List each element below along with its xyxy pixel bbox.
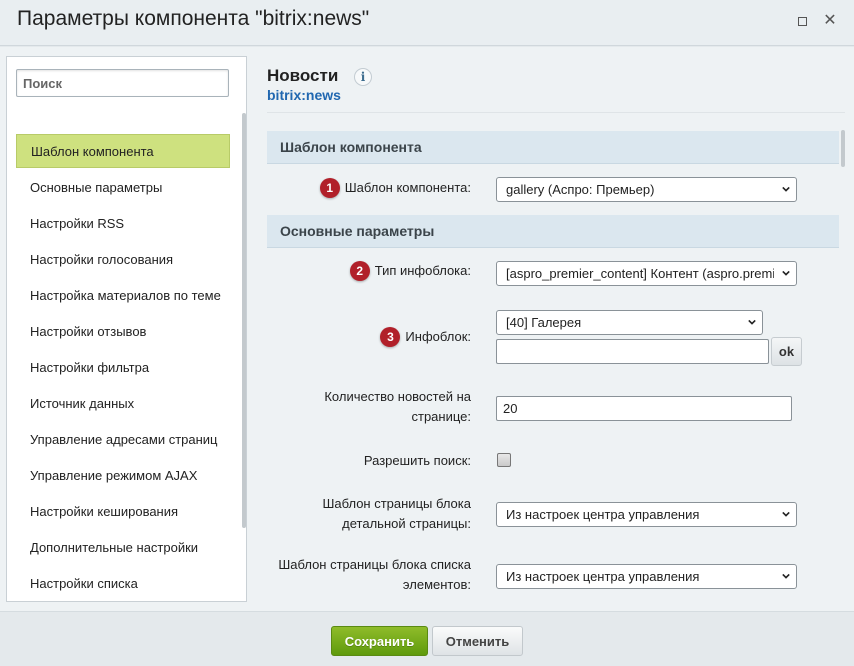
chevron-down-icon — [782, 511, 790, 517]
allow-search-checkbox[interactable] — [497, 453, 511, 467]
sidebar-item-rss[interactable]: Настройки RSS — [16, 206, 230, 240]
sidebar-item-datasource[interactable]: Источник данных — [16, 386, 230, 420]
template-label: Шаблон компонента: — [344, 180, 471, 195]
title-divider — [267, 112, 845, 113]
dialog-footer: Сохранить Отменить — [0, 611, 854, 666]
template-select-value: gallery (Аспро: Премьер) — [506, 182, 655, 197]
cancel-button[interactable]: Отменить — [432, 626, 523, 656]
component-code: bitrix:news — [267, 87, 341, 103]
sidebar-item-cache[interactable]: Настройки кеширования — [16, 494, 230, 528]
news-count-label-line2: странице: — [411, 409, 472, 424]
iblock-select-value: [40] Галерея — [506, 315, 582, 330]
detail-template-label-line1: Шаблон страницы блока — [322, 496, 471, 511]
sidebar-item-filter[interactable]: Настройки фильтра — [16, 350, 230, 384]
title-bar: Параметры компонента "bitrix:news" ✕ — [0, 0, 854, 46]
news-count-input[interactable] — [496, 396, 792, 421]
close-icon[interactable]: ✕ — [822, 13, 838, 29]
step-badge-2: 2 — [349, 261, 370, 281]
iblock-select[interactable]: [40] Галерея — [496, 310, 763, 335]
iblock-label: Инфоблок: — [405, 329, 471, 344]
allow-search-label: Разрешить поиск: — [363, 453, 471, 468]
sidebar-item-voting[interactable]: Настройки голосования — [16, 242, 230, 276]
detail-template-select-value: Из настроек центра управления — [506, 507, 700, 522]
sidebar-item-basic[interactable]: Основные параметры — [16, 170, 230, 204]
sidebar-item-template[interactable]: Шаблон компонента — [16, 134, 230, 168]
iblock-type-label-row: 2 Тип инфоблока: — [349, 261, 471, 281]
sidebar-nav: Шаблон компонента Основные параметры Нас… — [16, 134, 230, 601]
detail-template-select[interactable]: Из настроек центра управления — [496, 502, 797, 527]
search-input[interactable] — [16, 69, 229, 97]
main-panel: Новости i bitrix:news Шаблон компонента … — [253, 47, 854, 611]
info-icon[interactable]: i — [354, 68, 372, 86]
dialog-title: Параметры компонента "bitrix:news" — [17, 7, 370, 30]
template-label-row: 1 Шаблон компонента: — [319, 178, 471, 198]
sidebar-item-urls[interactable]: Управление адресами страниц — [16, 422, 230, 456]
step-badge-1: 1 — [319, 178, 340, 198]
sidebar: Шаблон компонента Основные параметры Нас… — [6, 56, 247, 602]
list-template-select-value: Из настроек центра управления — [506, 569, 700, 584]
sidebar-item-list[interactable]: Настройки списка — [16, 566, 230, 600]
iblock-label-row: 3 Инфоблок: — [380, 327, 471, 347]
chevron-down-icon — [748, 319, 756, 325]
step-badge-3: 3 — [380, 327, 401, 347]
list-template-label: Шаблон страницы блока списка элементов: — [278, 555, 471, 595]
iblock-type-select[interactable]: [aspro_premier_content] Контент (aspro.p… — [496, 261, 797, 286]
sidebar-item-additional[interactable]: Дополнительные настройки — [16, 530, 230, 564]
chevron-down-icon — [782, 270, 790, 276]
news-count-label: Количество новостей на странице: — [324, 387, 471, 427]
sidebar-item-related[interactable]: Настройка материалов по теме — [16, 278, 230, 312]
sidebar-scrollbar[interactable] — [242, 113, 246, 528]
list-template-label-line2: элементов: — [402, 577, 471, 592]
sidebar-item-reviews[interactable]: Настройки отзывов — [16, 314, 230, 348]
chevron-down-icon — [782, 573, 790, 579]
list-template-label-line1: Шаблон страницы блока списка — [278, 557, 471, 572]
template-select[interactable]: gallery (Аспро: Премьер) — [496, 177, 797, 202]
list-template-select[interactable]: Из настроек центра управления — [496, 564, 797, 589]
detail-template-label-line2: детальной страницы: — [342, 516, 471, 531]
iblock-ok-button[interactable]: ok — [771, 337, 802, 366]
section-template: Шаблон компонента — [267, 131, 839, 164]
save-button[interactable]: Сохранить — [331, 626, 428, 656]
chevron-down-icon — [782, 186, 790, 192]
sidebar-item-ajax[interactable]: Управление режимом AJAX — [16, 458, 230, 492]
iblock-id-input[interactable] — [496, 339, 769, 364]
component-title: Новости — [267, 66, 339, 85]
maximize-icon[interactable] — [794, 13, 810, 29]
section-basic: Основные параметры — [267, 215, 839, 248]
iblock-type-select-value: [aspro_premier_content] Контент (aspro.p… — [506, 266, 774, 281]
dialog-body: Шаблон компонента Основные параметры Нас… — [0, 47, 854, 611]
detail-template-label: Шаблон страницы блока детальной страницы… — [322, 494, 471, 534]
news-count-label-line1: Количество новостей на — [324, 389, 471, 404]
main-scrollbar[interactable] — [841, 130, 845, 167]
iblock-type-label: Тип инфоблока: — [374, 263, 471, 278]
